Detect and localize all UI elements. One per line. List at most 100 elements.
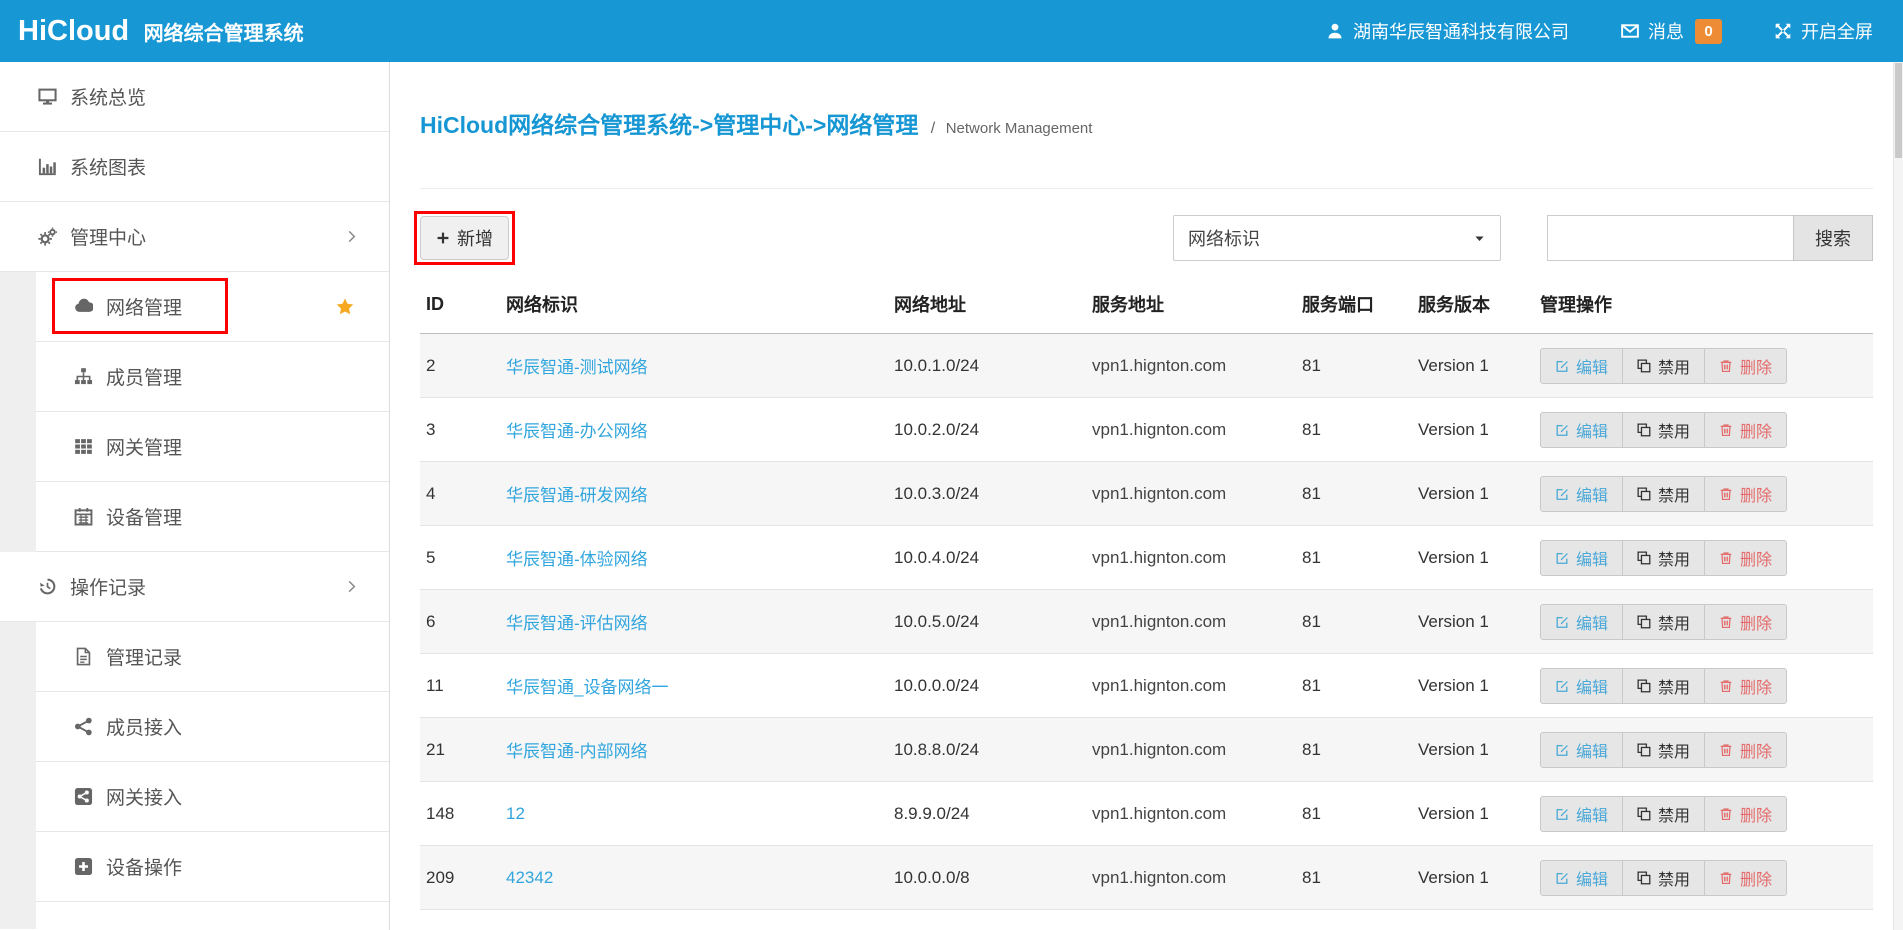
sidebar-item-network-management[interactable]: 网络管理 xyxy=(36,272,389,342)
sidebar-item-device-management[interactable]: 设备管理 xyxy=(36,482,389,552)
delete-button[interactable]: 删除 xyxy=(1704,412,1787,448)
edit-button[interactable]: 编辑 xyxy=(1540,540,1623,576)
desktop-icon xyxy=(38,87,57,106)
network-name-link[interactable]: 42342 xyxy=(506,868,553,887)
cell-server-version: Version 1 xyxy=(1418,740,1540,760)
main-content: HiCloud网络综合管理系统->管理中心->网络管理 / Network Ma… xyxy=(390,62,1903,930)
action-button-group: 编辑禁用删除 xyxy=(1540,796,1787,832)
cell-id: 11 xyxy=(426,676,506,696)
clone-icon xyxy=(1637,679,1651,693)
disable-button[interactable]: 禁用 xyxy=(1622,540,1705,576)
cell-id: 2 xyxy=(426,356,506,376)
search-input[interactable] xyxy=(1547,215,1793,261)
cell-actions: 编辑禁用删除 xyxy=(1540,604,1873,640)
sidebar-item-system-charts[interactable]: 系统图表 xyxy=(0,132,389,202)
disable-button-label: 禁用 xyxy=(1658,354,1690,378)
edit-icon xyxy=(1555,871,1569,885)
sidebar-item-member-management[interactable]: 成员管理 xyxy=(36,342,389,412)
filter-select[interactable]: 网络标识 xyxy=(1173,215,1501,261)
network-name-link[interactable]: 华辰智通-测试网络 xyxy=(506,358,648,377)
network-name-link[interactable]: 华辰智通-办公网络 xyxy=(506,422,648,441)
plus-square-icon xyxy=(74,857,93,876)
delete-button[interactable]: 删除 xyxy=(1704,860,1787,896)
disable-button[interactable]: 禁用 xyxy=(1622,412,1705,448)
cell-network-address: 10.0.0.0/8 xyxy=(894,868,1092,888)
disable-button[interactable]: 禁用 xyxy=(1622,732,1705,768)
sidebar-item-admin-records[interactable]: 管理记录 xyxy=(36,622,389,692)
table-row: 11华辰智通_设备网络一10.0.0.0/24vpn1.hignton.com8… xyxy=(420,654,1873,718)
edit-button[interactable]: 编辑 xyxy=(1540,668,1623,704)
add-button-wrap: 新增 xyxy=(420,216,509,260)
edit-button[interactable]: 编辑 xyxy=(1540,860,1623,896)
cell-network-address: 10.0.5.0/24 xyxy=(894,612,1092,632)
edit-button-label: 编辑 xyxy=(1576,354,1608,378)
cell-actions: 编辑 禁用删除 xyxy=(1540,348,1873,384)
sidebar-item-label: 设备管理 xyxy=(106,503,182,530)
network-name-link[interactable]: 华辰智通-研发网络 xyxy=(506,486,648,505)
disable-button[interactable]: 禁用 xyxy=(1622,348,1705,384)
network-name-link[interactable]: 华辰智通-体验网络 xyxy=(506,550,648,569)
messages-menu[interactable]: 消息 0 xyxy=(1621,18,1722,44)
scrollbar[interactable] xyxy=(1893,62,1903,930)
cell-server-version: Version 1 xyxy=(1418,868,1540,888)
cell-network-name: 12 xyxy=(506,804,894,824)
edit-button[interactable]: 编辑 xyxy=(1540,796,1623,832)
account-menu[interactable]: 湖南华辰智通科技有限公司 xyxy=(1326,18,1569,44)
cell-network-name: 华辰智通-体验网络 xyxy=(506,545,894,570)
trash-icon xyxy=(1719,679,1733,693)
delete-button[interactable]: 删除 xyxy=(1704,476,1787,512)
cell-network-name: 华辰智通_设备网络一 xyxy=(506,673,894,698)
sidebar-item-gateway-management[interactable]: 网关管理 xyxy=(36,412,389,482)
sidebar-item-operation-records[interactable]: 操作记录 xyxy=(0,552,389,622)
table-row: 2094234210.0.0.0/8vpn1.hignton.com81Vers… xyxy=(420,846,1873,910)
edit-icon xyxy=(1555,679,1569,693)
delete-button[interactable]: 删除 xyxy=(1704,604,1787,640)
cell-actions: 编辑禁用 删除 xyxy=(1540,668,1873,704)
fullscreen-label: 开启全屏 xyxy=(1801,18,1873,44)
delete-button[interactable]: 删除 xyxy=(1704,348,1787,384)
network-name-link[interactable]: 华辰智通_设备网络一 xyxy=(506,678,668,697)
cell-server-port: 81 xyxy=(1302,676,1418,696)
edit-button[interactable]: 编辑 xyxy=(1540,604,1623,640)
add-button[interactable]: 新增 xyxy=(420,216,509,260)
sidebar-item-member-access[interactable]: 成员接入 xyxy=(36,692,389,762)
column-actions: 管理操作 xyxy=(1540,291,1873,317)
edit-button[interactable]: 编辑 xyxy=(1540,412,1623,448)
disable-button[interactable]: 禁用 xyxy=(1622,796,1705,832)
delete-button[interactable]: 删除 xyxy=(1704,540,1787,576)
cell-network-address: 10.0.4.0/24 xyxy=(894,548,1092,568)
cell-server-version: Version 1 xyxy=(1418,804,1540,824)
network-table: ID网络标识网络地址服务地址服务端口服务版本管理操作2华辰智通-测试网络10.0… xyxy=(420,291,1873,910)
sidebar-item-device-operations[interactable]: 设备操作 xyxy=(36,832,389,902)
messages-label: 消息 xyxy=(1648,18,1684,44)
fullscreen-toggle[interactable]: 开启全屏 xyxy=(1774,18,1873,44)
disable-button[interactable]: 禁用 xyxy=(1622,860,1705,896)
sidebar-item-system-overview[interactable]: 系统总览 xyxy=(0,62,389,132)
delete-button[interactable]: 删除 xyxy=(1704,732,1787,768)
trash-icon xyxy=(1719,359,1733,373)
search-button[interactable]: 搜索 xyxy=(1793,215,1873,261)
disable-button[interactable]: 禁用 xyxy=(1622,668,1705,704)
edit-button-label: 编辑 xyxy=(1576,418,1608,442)
action-button-group: 编辑禁用删除 xyxy=(1540,540,1787,576)
scrollbar-thumb[interactable] xyxy=(1895,63,1902,158)
sidebar-item-admin-center[interactable]: 管理中心 xyxy=(0,202,389,272)
edit-button[interactable]: 编辑 xyxy=(1540,476,1623,512)
edit-button-label: 编辑 xyxy=(1576,802,1608,826)
edit-button[interactable]: 编辑 xyxy=(1540,348,1623,384)
network-name-link[interactable]: 12 xyxy=(506,804,525,823)
delete-button[interactable]: 删除 xyxy=(1704,668,1787,704)
delete-button-label: 删除 xyxy=(1740,674,1772,698)
delete-button[interactable]: 删除 xyxy=(1704,796,1787,832)
disable-button[interactable]: 禁用 xyxy=(1622,604,1705,640)
sidebar-item-gateway-access[interactable]: 网关接入 xyxy=(36,762,389,832)
action-button-group: 编辑禁用删除 xyxy=(1540,860,1787,896)
disable-button[interactable]: 禁用 xyxy=(1622,476,1705,512)
edit-button[interactable]: 编辑 xyxy=(1540,732,1623,768)
network-name-link[interactable]: 华辰智通-评估网络 xyxy=(506,614,648,633)
cell-network-address: 10.8.8.0/24 xyxy=(894,740,1092,760)
sidebar: 系统总览系统图表管理中心网络管理成员管理网关管理设备管理操作记录管理记录成员接入… xyxy=(0,62,390,930)
cell-server-address: vpn1.hignton.com xyxy=(1092,420,1302,440)
page-title: HiCloud网络综合管理系统->管理中心->网络管理 xyxy=(420,112,918,138)
network-name-link[interactable]: 华辰智通-内部网络 xyxy=(506,742,648,761)
